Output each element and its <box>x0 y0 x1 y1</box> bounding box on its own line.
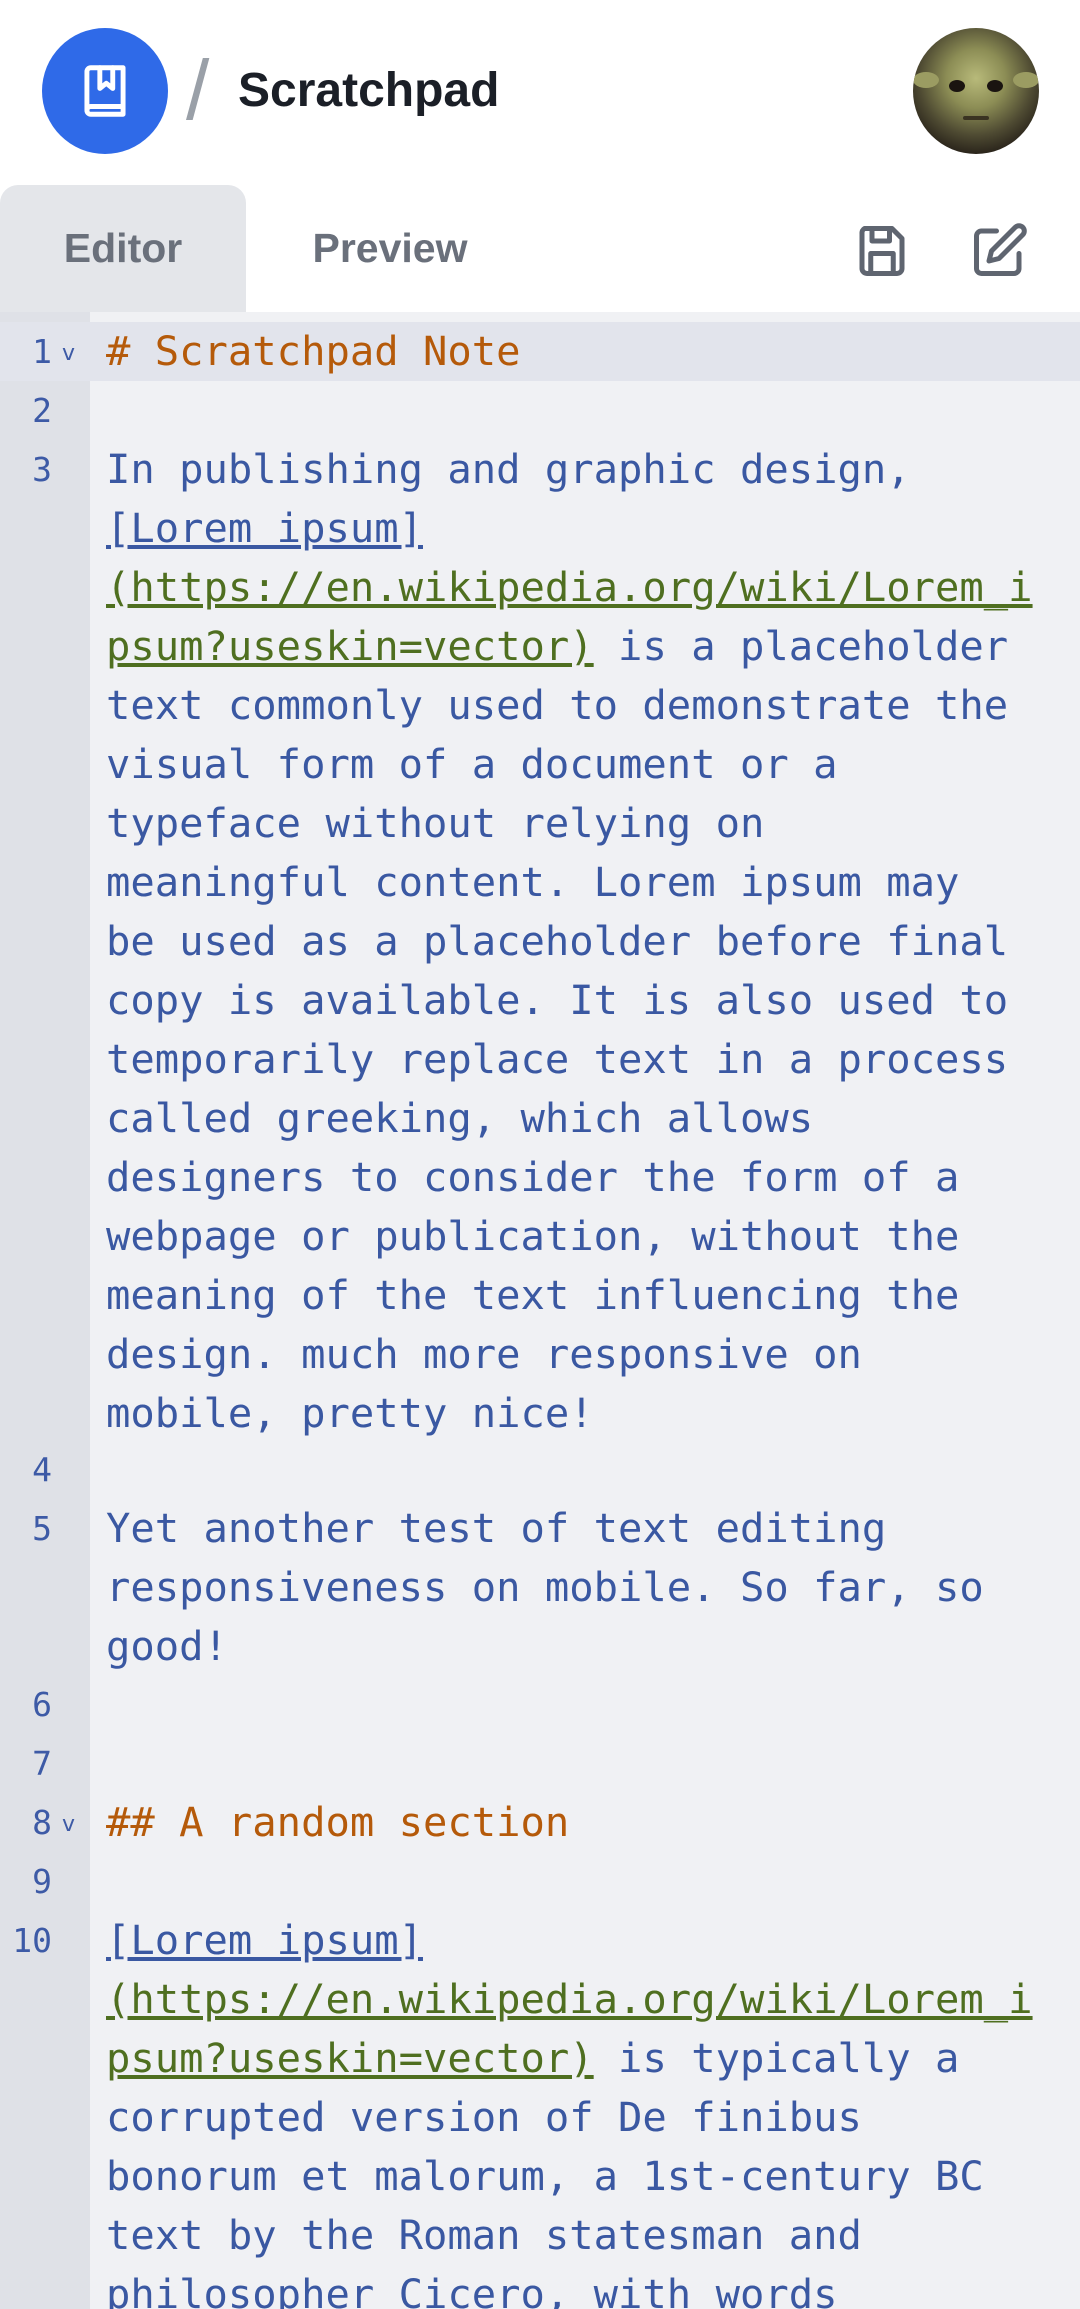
line-number: 6 <box>32 1685 52 1724</box>
code-line: be used as a placeholder before final <box>106 917 1009 965</box>
avatar-ear-left <box>913 72 939 88</box>
code-line: good! <box>106 1622 228 1670</box>
line-number-gutter <box>0 312 90 2309</box>
line-number: 3 <box>32 450 52 489</box>
line-number: 2 <box>32 391 52 430</box>
markdown-link-url: (https://en.wikipedia.org/wiki/Lorem_i <box>106 563 1033 611</box>
line-number: 8 <box>32 1803 52 1842</box>
code-line: webpage or publication, without the <box>106 1212 960 1260</box>
markdown-link-url: psum?useskin=vector) <box>106 622 594 670</box>
avatar-eye-left <box>949 80 965 92</box>
code-line: called greeking, which allows <box>106 1094 814 1142</box>
code-line: designers to consider the form of a <box>106 1153 960 1201</box>
user-avatar[interactable] <box>913 28 1039 154</box>
line-number: 5 <box>32 1509 52 1548</box>
code-line: visual form of a document or a <box>106 740 838 788</box>
code-line: In publishing and graphic design, <box>106 445 911 493</box>
code-line: corrupted version of De finibus <box>106 2093 862 2141</box>
code-line: copy is available. It is also used to <box>106 976 1009 1024</box>
code-line: psum?useskin=vector) is typically a <box>106 2029 1076 2088</box>
line-number: 10 <box>12 1921 52 1960</box>
code-line: meaning of the text influencing the <box>106 1271 960 1319</box>
line-number: 7 <box>32 1744 52 1783</box>
code-editor[interactable]: 1 v 2 3 4 5 6 7 8 v 9 10 # Scratchpad No… <box>0 312 1080 2309</box>
fold-toggle-icon[interactable]: v <box>62 1795 75 1854</box>
app-logo-button[interactable] <box>42 28 168 154</box>
code-line: responsiveness on mobile. So far, so <box>106 1563 984 1611</box>
save-button[interactable] <box>850 219 914 283</box>
fold-toggle-icon[interactable]: v <box>62 324 75 383</box>
avatar-ear-right <box>1013 72 1039 88</box>
avatar-eye-right <box>987 80 1003 92</box>
code-line: mobile, pretty nice! <box>106 1389 594 1437</box>
heading-line: # Scratchpad Note <box>106 327 521 375</box>
markdown-link-url: psum?useskin=vector) <box>106 2034 594 2082</box>
app-header: / Scratchpad <box>0 0 1080 185</box>
code-line: bonorum et malorum, a 1st-century BC <box>106 2152 984 2200</box>
edit-icon <box>974 223 1027 276</box>
breadcrumb-separator: / <box>186 43 210 137</box>
markdown-link-text: [Lorem ipsum] <box>106 504 423 552</box>
code-line: psum?useskin=vector) is a placeholder <box>106 617 1076 676</box>
code-text: is a placeholder <box>593 622 1009 670</box>
code-line: meaningful content. Lorem ipsum may <box>106 858 960 906</box>
tab-preview[interactable]: Preview <box>246 185 534 312</box>
tab-editor[interactable]: Editor <box>0 185 246 312</box>
markdown-link-url: (https://en.wikipedia.org/wiki/Lorem_i <box>106 1975 1033 2023</box>
markdown-link-text: [Lorem ipsum] <box>106 1916 423 1964</box>
avatar-mouth <box>963 116 989 120</box>
line-number: 9 <box>32 1862 52 1901</box>
code-line: design. much more responsive on <box>106 1330 862 1378</box>
save-icon <box>859 226 905 276</box>
editor-toolbar: Editor Preview <box>0 185 1080 312</box>
edit-button[interactable] <box>967 219 1031 283</box>
line-number: 4 <box>32 1450 52 1489</box>
line-number: 1 <box>32 332 52 371</box>
code-line: typeface without relying on <box>106 799 765 847</box>
page-title: Scratchpad <box>238 64 500 117</box>
code-line: text commonly used to demonstrate the <box>106 681 1009 729</box>
code-line: text by the Roman statesman and <box>106 2211 862 2259</box>
book-bookmark-icon <box>84 65 126 117</box>
heading-line: ## A random section <box>106 1798 570 1846</box>
code-line: philosopher Cicero, with words <box>106 2270 838 2309</box>
code-line: temporarily replace text in a process <box>106 1035 1009 1083</box>
code-text: is typically a <box>593 2034 960 2082</box>
code-line: Yet another test of text editing <box>106 1504 887 1552</box>
